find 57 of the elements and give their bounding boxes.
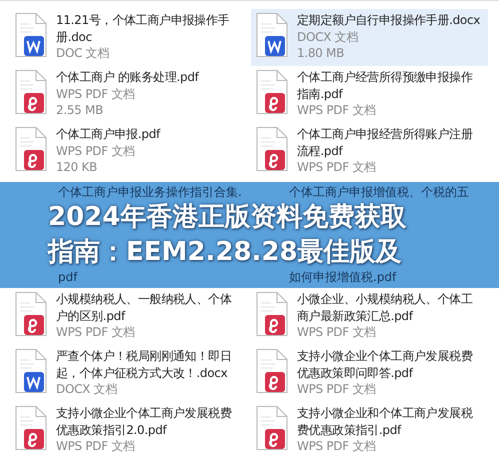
file-type: WPS PDF 文档	[297, 159, 377, 176]
file-item[interactable]: 11.21号，个体工商户申报操作手册.doc DOC 文档	[10, 9, 247, 66]
file-name: 如何申报增值税.pdf	[289, 270, 398, 285]
file-name: 个体工商户申报经营所得账户注册流程.pdf	[297, 126, 474, 159]
file-type: WPS PDF 文档	[297, 324, 377, 340]
pdf-document-icon	[255, 126, 289, 172]
file-name: 支持小微企业个体工商户发展税费优惠政策指引2.0.pdf	[56, 405, 233, 438]
file-size: 120 KB	[56, 159, 98, 176]
file-type: WPS PDF 文档	[297, 381, 377, 398]
file-item[interactable]: 支持小微企业个体工商户发展税费优惠政策即问即答.pdf WPS PDF 文档	[251, 345, 488, 402]
file-name: 个体工商户 的账务处理.pdf	[56, 69, 199, 86]
pdf-document-icon	[14, 126, 48, 172]
pdf-document-icon	[14, 405, 48, 451]
file-type: WPS PDF 文档	[297, 438, 377, 454]
pdf-document-icon	[255, 405, 289, 451]
file-name: pdf	[58, 270, 79, 285]
file-size: 2.55 MB	[56, 102, 104, 118]
file-type: WPS PDF 文档	[297, 102, 377, 118]
word-document-icon	[255, 12, 289, 58]
file-item[interactable]: 支持小微企业和个体工商户发展税费优惠政策指引.pdf WPS PDF 文档	[251, 402, 488, 459]
file-name: 严查个体户！税局刚刚通知！即日起，个体户征税方式大改！.docx	[56, 348, 233, 381]
file-item[interactable]: 个体工商户申报.pdf WPS PDF 文档 120 KB	[10, 123, 247, 180]
file-type: WPS PDF 文档	[56, 142, 136, 159]
word-document-icon	[14, 12, 48, 58]
file-name: 定期定额户自行申报操作手册.docx	[297, 12, 480, 28]
file-item[interactable]: 个体工商户 的账务处理.pdf WPS PDF 文档 2.55 MB	[10, 66, 247, 123]
file-item[interactable]: 定期定额户自行申报操作手册.docx DOCX 文档 1.80 MB	[251, 9, 488, 66]
pdf-document-icon	[14, 69, 48, 115]
file-type: DOCX 文档	[56, 381, 118, 398]
file-item[interactable]: 个体工商户申报经营所得账户注册流程.pdf WPS PDF 文档	[251, 123, 488, 180]
file-type: WPS PDF 文档	[56, 86, 136, 102]
banner-headline: 指南：EEM2.28.28最佳版及	[46, 236, 402, 269]
file-type: DOCX 文档	[297, 28, 359, 45]
file-item[interactable]: 支持小微企业个体工商户发展税费优惠政策指引2.0.pdf WPS PDF 文档	[10, 402, 247, 459]
pdf-document-icon	[14, 291, 48, 337]
file-name: 小微企业、小规模纳税人、个体工商户最新政策汇总.pdf	[297, 291, 474, 324]
file-type: WPS PDF 文档	[56, 324, 136, 340]
file-item[interactable]: 个体工商户经营所得预缴申报操作指南.pdf WPS PDF 文档	[251, 66, 488, 123]
file-name: 个体工商户申报增值税、个税的五	[289, 185, 470, 200]
file-type: WPS PDF 文档	[56, 438, 136, 454]
file-size: 1.80 MB	[297, 45, 346, 62]
file-item[interactable]: 小微企业、小规模纳税人、个体工商户最新政策汇总.pdf WPS PDF 文档	[251, 288, 488, 345]
banner-headline: 2024年香港正版资料免费获取	[47, 201, 406, 234]
file-item[interactable]: 严查个体户！税局刚刚通知！即日起，个体户征税方式大改！.docx DOCX 文档	[10, 345, 247, 402]
pdf-document-icon	[255, 69, 289, 115]
file-name: 11.21号，个体工商户申报操作手册.doc	[56, 12, 230, 45]
pdf-document-icon	[255, 291, 289, 337]
file-type: DOC 文档	[56, 45, 110, 62]
file-item[interactable]: 小规模纳税人、一般纳税人、个体户的区别.pdf WPS PDF 文档	[10, 288, 247, 345]
file-name: 支持小微企业和个体工商户发展税费优惠政策指引.pdf	[297, 405, 474, 438]
file-name: 个体工商户经营所得预缴申报操作指南.pdf	[297, 69, 474, 102]
file-name: 小规模纳税人、一般纳税人、个体户的区别.pdf	[56, 291, 233, 324]
file-name: 支持小微企业个体工商户发展税费优惠政策即问即答.pdf	[297, 348, 474, 381]
pdf-document-icon	[255, 348, 289, 394]
file-name: 个体工商户申报.pdf	[56, 126, 160, 142]
word-document-icon	[14, 348, 48, 394]
file-name: 个体工商户申报业务操作指引合集.	[58, 185, 243, 200]
